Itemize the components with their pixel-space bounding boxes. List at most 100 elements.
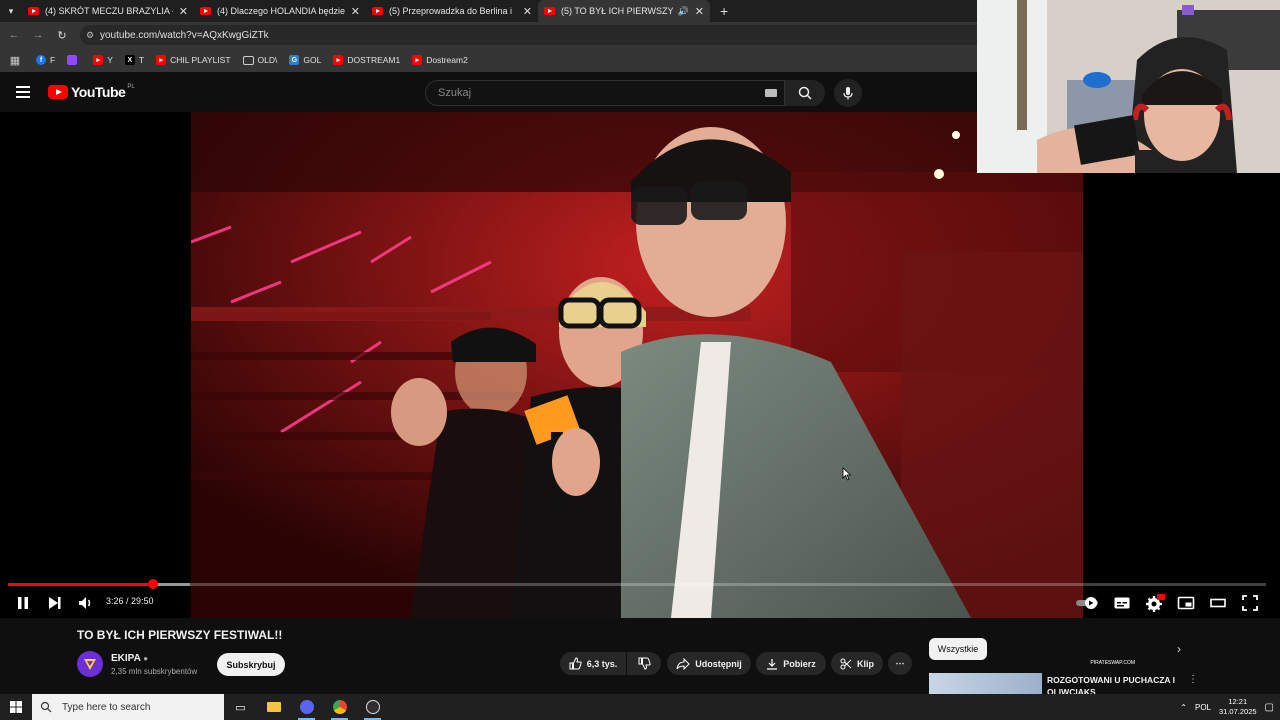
pause-icon	[18, 597, 28, 609]
progress-bar[interactable]	[8, 579, 1266, 589]
notifications-icon[interactable]: ▢	[1265, 702, 1274, 713]
volume-button[interactable]	[77, 592, 95, 614]
video-info-section: TO BYŁ ICH PIERWSZY FESTIWAL!! EKIPA ● 2…	[0, 618, 1280, 697]
bookmark-dostream1[interactable]: ▸ DOSTREAM1	[333, 55, 400, 65]
close-tab-icon[interactable]: ✕	[351, 5, 360, 18]
youtube-icon	[200, 7, 211, 15]
close-tab-icon[interactable]: ✕	[179, 5, 188, 18]
video-player[interactable]: 3:26 / 29:50	[0, 112, 1280, 618]
back-icon[interactable]: ←	[2, 29, 26, 41]
theater-mode-button[interactable]	[1209, 592, 1227, 614]
thumbs-up-icon	[569, 657, 582, 670]
autoplay-toggle[interactable]	[1075, 592, 1101, 614]
fullscreen-button[interactable]	[1241, 592, 1259, 614]
new-tab-button[interactable]: +	[720, 3, 728, 19]
more-actions-button[interactable]: ⋯	[888, 652, 912, 675]
gol-icon: G	[289, 55, 300, 65]
close-tab-icon[interactable]: ✕	[695, 5, 704, 18]
like-count: 6,3 tys.	[586, 658, 618, 669]
pause-button[interactable]	[14, 592, 32, 614]
bookmark-twitch[interactable]	[67, 55, 81, 65]
youtube-icon	[372, 7, 383, 15]
bookmark-gol[interactable]: G GOL	[289, 55, 321, 65]
youtube-logo[interactable]: YouTube PL	[48, 84, 135, 100]
forward-icon[interactable]: →	[26, 29, 50, 41]
browser-tab[interactable]: (4) SKRÓT MECZU BRAZYLIA - C ✕	[22, 0, 194, 22]
tray-chevron-icon[interactable]: ⌃	[1180, 703, 1187, 712]
like-button[interactable]: 6,3 tys.	[560, 652, 626, 675]
task-view-button[interactable]: ▭	[224, 694, 257, 720]
ekipa-logo-icon	[84, 659, 96, 670]
bookmark-chil-playlist[interactable]: ▸ CHIL PLAYLIST	[156, 55, 231, 65]
x-icon: X	[124, 55, 135, 65]
browser-tab[interactable]: (4) Dlaczego HOLANDIA będzie ✕	[194, 0, 366, 22]
download-button[interactable]: Pobierz	[756, 652, 826, 675]
scrubber-handle[interactable]	[147, 579, 158, 589]
bookmark-t[interactable]: XT	[124, 55, 144, 65]
browser-tab-active[interactable]: (5) TO BYŁ ICH PIERWSZY F 🔊 ✕	[538, 0, 710, 22]
video-frame[interactable]	[191, 112, 1083, 618]
url-text: youtube.com/watch?v=AQxKwgGiZTk	[100, 29, 269, 41]
system-tray: ⌃ POL 12:21 31.07.2025 ▢	[1180, 694, 1280, 720]
chevron-right-icon[interactable]: ›	[1177, 642, 1181, 656]
miniplayer-icon	[1177, 596, 1195, 610]
close-tab-icon[interactable]: ✕	[523, 5, 532, 18]
bookmark-y[interactable]: ▸ Y	[93, 55, 113, 65]
apps-grid-icon[interactable]: ▦	[0, 54, 30, 67]
bookmark-f[interactable]: fF	[36, 55, 55, 65]
bookmark-dostream2[interactable]: ▸ Dostream2	[412, 55, 468, 65]
clip-button[interactable]: Klip	[831, 652, 883, 675]
volume-icon	[79, 597, 91, 609]
voice-search-button[interactable]	[834, 79, 862, 107]
channel-name[interactable]: EKIPA ●	[111, 653, 148, 664]
reload-icon[interactable]: ↻	[50, 29, 74, 42]
share-icon	[676, 657, 690, 670]
bookmark-folder-old[interactable]: OLD\	[242, 55, 277, 65]
recommended-thumbnail[interactable]	[929, 673, 1042, 694]
task-view-icon: ▭	[235, 701, 246, 714]
tab-search-icon[interactable]: ▾	[0, 0, 22, 22]
filter-chip-all[interactable]: Wszystkie	[929, 638, 987, 660]
subtitles-button[interactable]	[1113, 592, 1131, 614]
next-button[interactable]	[46, 592, 64, 614]
webcam-overlay	[977, 0, 1280, 173]
obs-button[interactable]	[356, 694, 389, 720]
youtube-icon: ▸	[333, 55, 344, 65]
download-icon	[767, 658, 778, 670]
time-display: 3:26 / 29:50	[106, 596, 154, 606]
taskbar-search-input[interactable]	[60, 700, 214, 714]
miniplayer-button[interactable]	[1177, 592, 1195, 614]
search-icon	[798, 86, 812, 100]
settings-button[interactable]	[1145, 592, 1165, 614]
discord-button[interactable]	[290, 694, 323, 720]
obs-icon	[365, 700, 380, 714]
site-info-icon[interactable]: ⚙	[80, 30, 100, 41]
channel-avatar[interactable]	[77, 651, 103, 677]
taskbar-search[interactable]	[32, 694, 224, 720]
folder-icon	[266, 702, 281, 712]
menu-icon[interactable]	[16, 86, 30, 98]
chrome-button[interactable]	[323, 694, 356, 720]
clock[interactable]: 12:21 31.07.2025	[1219, 697, 1257, 717]
twitch-icon	[67, 55, 78, 65]
recommended-more-icon[interactable]: ⋮	[1188, 674, 1198, 685]
file-explorer-button[interactable]	[257, 694, 290, 720]
speaker-icon[interactable]: 🔊	[678, 6, 689, 17]
sidebar-ad-banner[interactable]: PIRATESWAP.COM	[989, 625, 1161, 667]
dislike-button[interactable]	[627, 652, 661, 675]
youtube-icon	[28, 7, 39, 15]
search-button[interactable]	[785, 80, 825, 106]
subscribe-button[interactable]: Subskrybuj	[217, 653, 285, 676]
theater-icon	[1210, 598, 1226, 608]
fullscreen-icon	[1242, 595, 1258, 611]
thumbs-down-icon	[638, 657, 651, 670]
search-input[interactable]	[436, 86, 740, 100]
autoplay-icon	[1076, 597, 1098, 609]
gear-icon	[1146, 594, 1165, 612]
keyboard-icon[interactable]	[765, 89, 777, 97]
browser-tab[interactable]: (5) Przeprowadzka do Berlina i ✕	[366, 0, 538, 22]
language-indicator[interactable]: POL	[1195, 703, 1211, 712]
share-button[interactable]: Udostępnij	[667, 652, 751, 675]
played-bar	[8, 583, 153, 586]
windows-start-button[interactable]	[0, 694, 32, 720]
